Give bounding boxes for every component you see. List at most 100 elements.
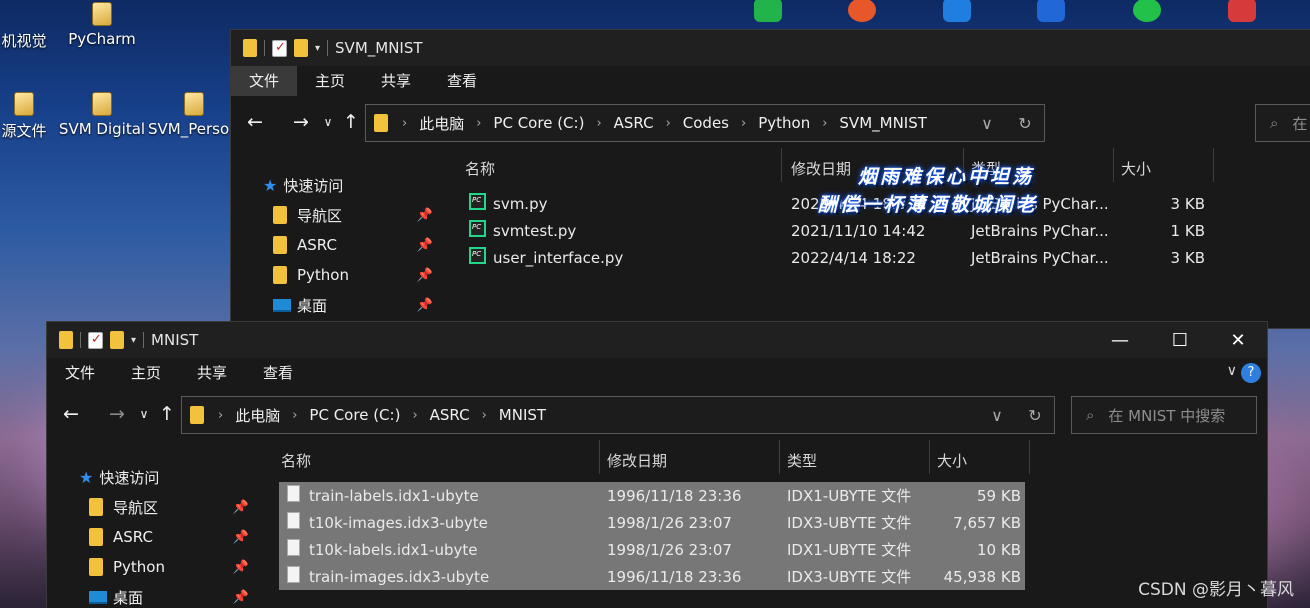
table-row[interactable]: train-images.idx3-ubyte 1996/11/18 23:36…: [279, 563, 1025, 590]
folder-icon: [273, 236, 287, 254]
sidebar-item-label: 导航区: [113, 498, 159, 517]
up-arrow-icon[interactable]: ↑: [155, 403, 179, 425]
tab-home[interactable]: 主页: [297, 66, 363, 96]
sidebar-item-asrc[interactable]: ASRC 📌: [231, 230, 441, 260]
desktop-icon-label: PyCharm: [68, 30, 136, 48]
sidebar-item-nav[interactable]: 导航区 📌: [231, 200, 441, 230]
search-placeholder: 在: [1292, 114, 1308, 133]
column-header-size[interactable]: 大小: [1121, 158, 1151, 179]
close-icon[interactable]: ✕: [1209, 322, 1267, 358]
refresh-icon[interactable]: ↻: [1006, 114, 1044, 133]
desktop-icon-svm-person[interactable]: SVM_Perso: [148, 92, 230, 138]
tab-home[interactable]: 主页: [113, 358, 179, 388]
table-row[interactable]: svmtest.py 2021/11/10 14:42 JetBrains Py…: [463, 217, 1223, 244]
breadcrumb-svm-mnist[interactable]: SVM_MNIST: [837, 114, 929, 132]
column-header-name[interactable]: 名称: [281, 450, 311, 471]
folder-icon: [374, 114, 388, 132]
star-icon: ★: [263, 175, 278, 195]
python-file-icon: [469, 193, 486, 214]
column-header-date[interactable]: 修改日期: [607, 450, 667, 471]
refresh-icon[interactable]: ↻: [1016, 406, 1054, 425]
table-row[interactable]: user_interface.py 2022/4/14 18:22 JetBra…: [463, 244, 1223, 271]
chevron-down-icon[interactable]: ∨: [978, 406, 1016, 425]
new-folder-icon[interactable]: [110, 331, 124, 349]
column-header-date[interactable]: 修改日期: [791, 158, 851, 179]
sidebar-item-label: 桌面: [113, 588, 144, 607]
column-header-name[interactable]: 名称: [465, 158, 495, 179]
desktop-icon-pycharm[interactable]: PyCharm: [54, 2, 150, 48]
sidebar-item-label: 桌面: [297, 296, 328, 315]
breadcrumb-drive[interactable]: PC Core (C:): [307, 406, 402, 424]
divider: [264, 40, 265, 56]
wechat-icon[interactable]: [1133, 0, 1161, 22]
new-folder-icon[interactable]: [294, 39, 308, 57]
overlay-text-line2: 酬偿一杯薄酒敬城阑老: [818, 194, 1039, 216]
search-placeholder: 在 MNIST 中搜索: [1108, 406, 1226, 425]
chevron-down-icon[interactable]: ∨: [1227, 363, 1237, 379]
sidebar-item-python[interactable]: Python 📌: [231, 260, 441, 290]
sidebar-item-desktop[interactable]: 桌面 📌: [47, 582, 257, 608]
file-name: user_interface.py: [493, 248, 624, 267]
chevron-down-icon[interactable]: ▾: [315, 43, 320, 54]
divider: [80, 332, 81, 348]
app-shortcut-icon[interactable]: [1037, 0, 1065, 22]
breadcrumb-python[interactable]: Python: [756, 114, 812, 132]
folder-icon: [89, 528, 103, 546]
desktop-icon-label: SVM Digital: [58, 120, 146, 138]
forward-arrow-icon[interactable]: →: [285, 111, 317, 133]
breadcrumb-this-pc[interactable]: 此电脑: [417, 113, 466, 134]
address-bar[interactable]: › 此电脑 › PC Core (C:) › ASRC › MNIST ∨ ↻: [181, 396, 1055, 434]
breadcrumb-codes[interactable]: Codes: [681, 114, 731, 132]
sidebar-item-nav[interactable]: 导航区 📌: [47, 492, 257, 522]
chevron-right-icon: ›: [412, 407, 418, 423]
column-header-type[interactable]: 类型: [787, 450, 817, 471]
tab-file[interactable]: 文件: [47, 358, 113, 388]
forward-arrow-icon[interactable]: →: [101, 403, 133, 425]
app-shortcut-icon[interactable]: [754, 0, 782, 22]
desktop-icon-svm-digital[interactable]: SVM Digital: [54, 92, 150, 138]
table-row[interactable]: t10k-images.idx3-ubyte 1998/1/26 23:07 I…: [279, 509, 1025, 536]
back-arrow-icon[interactable]: ←: [239, 111, 271, 133]
app-shortcut-icon[interactable]: [1228, 0, 1256, 22]
maximize-icon[interactable]: ☐: [1151, 322, 1209, 358]
properties-icon[interactable]: [88, 331, 103, 349]
file-name: train-labels.idx1-ubyte: [309, 486, 479, 505]
tab-file[interactable]: 文件: [231, 66, 298, 96]
back-arrow-icon[interactable]: ←: [55, 403, 87, 425]
table-row[interactable]: t10k-labels.idx1-ubyte 1998/1/26 23:07 I…: [279, 536, 1025, 563]
breadcrumb-this-pc[interactable]: 此电脑: [233, 405, 282, 426]
chevron-down-icon[interactable]: ∨: [133, 407, 155, 421]
breadcrumb-asrc[interactable]: ASRC: [612, 114, 656, 132]
chevron-down-icon[interactable]: ∨: [968, 114, 1006, 133]
firefox-icon[interactable]: [848, 0, 876, 22]
breadcrumb-drive[interactable]: PC Core (C:): [491, 114, 586, 132]
tab-share[interactable]: 共享: [179, 358, 245, 388]
properties-icon[interactable]: [272, 39, 287, 57]
sidebar-item-desktop[interactable]: 桌面 📌: [231, 290, 441, 320]
pin-icon: 📌: [232, 499, 249, 515]
app-shortcut-icon[interactable]: [943, 0, 971, 22]
sidebar-item-quick-access[interactable]: ★ 快速访问: [47, 462, 257, 492]
up-arrow-icon[interactable]: ↑: [339, 111, 363, 133]
sidebar-item-label: ASRC: [113, 528, 153, 546]
address-bar[interactable]: › 此电脑 › PC Core (C:) › ASRC › Codes › Py…: [365, 104, 1045, 142]
breadcrumb-mnist[interactable]: MNIST: [497, 406, 548, 424]
ribbon-tabs: 文件 主页 共享 查看 ∨ ?: [47, 358, 1267, 388]
sidebar-item-python[interactable]: Python 📌: [47, 552, 257, 582]
search-input[interactable]: ⌕ 在: [1255, 104, 1310, 142]
breadcrumb-asrc[interactable]: ASRC: [428, 406, 472, 424]
sidebar-item-asrc[interactable]: ASRC 📌: [47, 522, 257, 552]
search-input[interactable]: ⌕ 在 MNIST 中搜索: [1071, 396, 1257, 434]
tab-share[interactable]: 共享: [363, 66, 429, 96]
sidebar-item-label: Python: [297, 266, 349, 284]
sidebar-item-quick-access[interactable]: ★ 快速访问: [231, 170, 441, 200]
help-icon[interactable]: ?: [1241, 363, 1261, 383]
chevron-down-icon[interactable]: ▾: [131, 335, 136, 346]
tab-view[interactable]: 查看: [429, 66, 495, 96]
file-name: t10k-images.idx3-ubyte: [309, 513, 488, 532]
column-header-size[interactable]: 大小: [937, 450, 967, 471]
minimize-icon[interactable]: —: [1091, 322, 1149, 358]
tab-view[interactable]: 查看: [245, 358, 311, 388]
chevron-down-icon[interactable]: ∨: [317, 115, 339, 129]
table-row[interactable]: train-labels.idx1-ubyte 1996/11/18 23:36…: [279, 482, 1025, 509]
